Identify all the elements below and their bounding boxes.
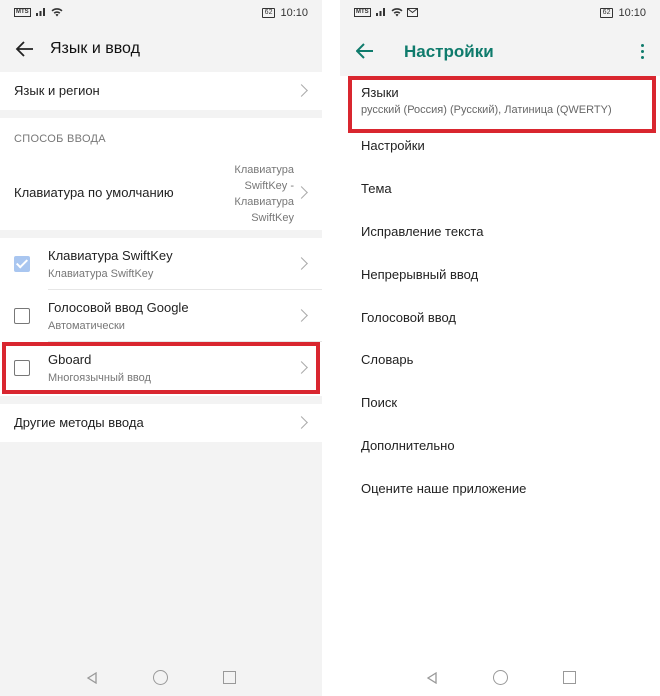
nav-recents-icon[interactable] — [563, 671, 576, 684]
keyboard-title: Голосовой ввод Google — [48, 300, 189, 315]
chevron-right-icon — [295, 416, 308, 429]
page-title: Язык и ввод — [50, 40, 140, 57]
value-line: SwiftKey — [251, 212, 294, 224]
status-bar: MTS 62 10:10 — [0, 0, 322, 28]
signal-icon — [375, 8, 385, 16]
sim-icon: MTS — [14, 7, 31, 17]
nav-back-icon[interactable] — [426, 672, 438, 684]
default-keyboard-label: Клавиатура по умолчанию — [14, 185, 174, 200]
language-region-row[interactable]: Язык и регион — [0, 72, 322, 110]
settings-item[interactable]: Настройки — [361, 138, 425, 153]
keyboard-subtitle: Автоматически — [48, 320, 125, 332]
battery-icon: 62 — [261, 8, 276, 18]
status-bar: MTS 62 10:10 — [340, 0, 660, 28]
right-header: Настройки — [340, 28, 660, 76]
chevron-right-icon — [295, 309, 308, 322]
search-item[interactable]: Поиск — [361, 395, 397, 410]
sim-icon: MTS — [354, 7, 371, 17]
menu-dot — [641, 50, 644, 53]
menu-dot — [641, 56, 644, 59]
value-line: Клавиатура — [234, 164, 294, 176]
battery-icon: 62 — [599, 8, 614, 18]
back-arrow-icon[interactable] — [356, 43, 374, 59]
chevron-right-icon — [295, 186, 308, 199]
rate-app-item[interactable]: Оцените наше приложение — [361, 481, 526, 496]
page-title: Настройки — [404, 42, 494, 61]
language-region-label: Язык и регион — [14, 83, 100, 98]
continuous-input-item[interactable]: Непрерывный ввод — [361, 267, 478, 282]
signal-icon — [35, 8, 45, 16]
left-screen: MTS 62 10:10 Язык и ввод Язык и регион С… — [0, 0, 322, 696]
nav-home-icon[interactable] — [153, 670, 168, 685]
nav-recents-icon[interactable] — [223, 671, 236, 684]
keyboard-title: Клавиатура SwiftKey — [48, 248, 173, 263]
mail-icon — [406, 7, 418, 17]
advanced-item[interactable]: Дополнительно — [361, 438, 455, 453]
value-line: SwiftKey - — [244, 180, 294, 192]
input-method-section: СПОСОБ ВВОДА Клавиатура по умолчанию Кла… — [0, 118, 322, 230]
languages-highlight-frame — [348, 76, 656, 133]
default-keyboard-value: Клавиатура SwiftKey - Клавиатура SwiftKe… — [214, 162, 294, 226]
chevron-right-icon — [295, 257, 308, 270]
navigation-bar — [0, 660, 322, 696]
checkbox-icon[interactable] — [14, 308, 30, 324]
nav-back-icon[interactable] — [86, 672, 98, 684]
text-correction-item[interactable]: Исправление текста — [361, 224, 483, 239]
gboard-highlight-frame — [2, 342, 320, 394]
theme-item[interactable]: Тема — [361, 181, 392, 196]
navigation-bar — [340, 660, 660, 696]
menu-dot — [641, 44, 644, 47]
nav-home-icon[interactable] — [493, 670, 508, 685]
other-methods-row[interactable]: Другие методы ввода — [0, 404, 322, 442]
voice-input-item[interactable]: Голосовой ввод — [361, 310, 456, 325]
keyboard-google-voice-row[interactable]: Голосовой ввод Google Автоматически — [0, 290, 322, 341]
wifi-icon — [391, 8, 403, 17]
other-methods-label: Другие методы ввода — [14, 415, 144, 430]
right-screen: MTS 62 10:10 Настройки Языки русский (Ро… — [340, 0, 660, 696]
status-time: 10:10 — [618, 7, 646, 19]
value-line: Клавиатура — [234, 196, 294, 208]
more-options-icon[interactable] — [640, 44, 646, 60]
status-time: 10:10 — [280, 7, 308, 19]
checkbox-checked-icon[interactable] — [14, 256, 30, 272]
default-keyboard-row[interactable]: Клавиатура по умолчанию Клавиатура Swift… — [0, 156, 322, 228]
section-label: СПОСОБ ВВОДА — [14, 133, 106, 145]
dictionary-item[interactable]: Словарь — [361, 352, 413, 367]
back-arrow-icon[interactable] — [14, 38, 36, 60]
keyboard-subtitle: Клавиатура SwiftKey — [48, 268, 154, 280]
chevron-right-icon — [295, 84, 308, 97]
wifi-icon — [51, 8, 63, 17]
left-header: Язык и ввод — [0, 28, 322, 72]
keyboard-swiftkey-row[interactable]: Клавиатура SwiftKey Клавиатура SwiftKey — [0, 238, 322, 289]
settings-list: Языки русский (Россия) (Русский), Латини… — [340, 76, 660, 696]
